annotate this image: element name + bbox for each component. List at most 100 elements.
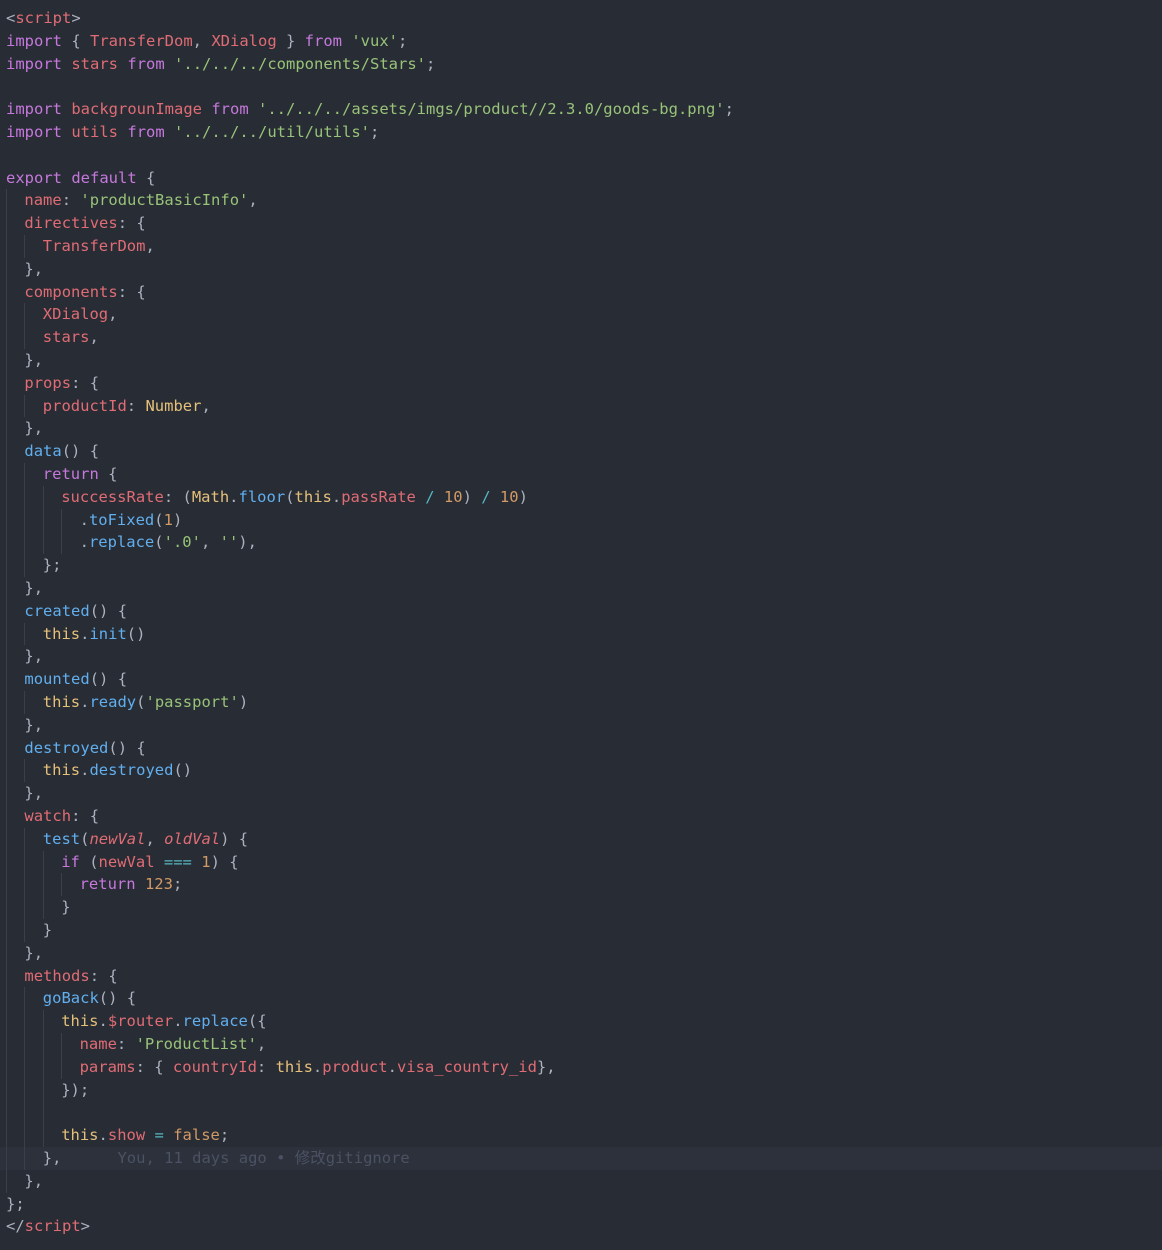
code-line[interactable]: }, [0, 782, 1162, 805]
indent-guide [24, 235, 26, 258]
code-line[interactable]: successRate: (Math.floor(this.passRate /… [0, 485, 1162, 509]
code-line[interactable]: .replace('.0', ''), [0, 531, 1162, 555]
indent-guide [6, 759, 7, 783]
code-text: .replace('.0', ''), [80, 531, 257, 554]
code-token: test [42, 829, 81, 848]
code-text: }, [24, 782, 43, 805]
code-line[interactable]: <script> [0, 7, 1162, 30]
code-line[interactable]: }; [0, 554, 1162, 577]
code-line[interactable]: this.show = false; [0, 1124, 1162, 1147]
code-token: show [107, 1126, 146, 1145]
code-line[interactable]: this.ready('passport') [0, 691, 1162, 714]
code-line[interactable]: }; [0, 1193, 1162, 1216]
code-line[interactable]: }, [0, 349, 1162, 372]
code-token: () { [89, 670, 128, 689]
code-token: return [79, 875, 136, 894]
code-token: script [15, 9, 72, 27]
indent-guide [6, 235, 7, 258]
code-token: 'passport' [145, 693, 239, 711]
code-line[interactable]: }, [0, 1169, 1162, 1193]
indent-guide [6, 394, 7, 418]
code-line[interactable]: data() { [0, 440, 1162, 463]
code-line[interactable]: destroyed() { [0, 736, 1162, 760]
code-line[interactable]: directives: { [0, 212, 1162, 235]
code-line[interactable]: import { TransferDom, XDialog } from 'vu… [0, 30, 1162, 53]
code-line[interactable]: return 123; [0, 873, 1162, 897]
code-line[interactable]: import stars from '../../../components/S… [0, 53, 1162, 76]
code-line[interactable] [0, 144, 1162, 167]
code-line[interactable]: name: 'productBasicInfo', [0, 189, 1162, 213]
code-token: 1 [201, 852, 211, 871]
code-token: . [331, 487, 342, 506]
code-line[interactable]: params: { countryId: this.product.visa_c… [0, 1055, 1162, 1079]
code-line[interactable]: watch: { [0, 805, 1162, 828]
code-line[interactable]: goBack() { [0, 987, 1162, 1011]
code-line[interactable]: }, You, 11 days ago • 修改gitignore [0, 1147, 1162, 1170]
code-line[interactable]: </script> [0, 1215, 1162, 1238]
indent-guide [42, 1078, 44, 1102]
code-token: : { [117, 214, 146, 233]
code-token: . [312, 1057, 323, 1076]
indent-guide [6, 280, 7, 304]
code-line[interactable]: this.destroyed() [0, 759, 1162, 783]
code-token: this [42, 693, 81, 711]
code-token: , [256, 1035, 267, 1053]
indent-guide [6, 1033, 7, 1056]
code-text: TransferDom, [43, 235, 155, 258]
code-line[interactable]: productId: Number, [0, 394, 1162, 418]
code-token: { [98, 465, 118, 483]
indent-guide [24, 1101, 26, 1125]
indent-guide [6, 508, 7, 532]
code-token: }; [6, 1194, 25, 1213]
code-token: () { [89, 601, 128, 620]
code-line[interactable]: return { [0, 463, 1162, 486]
code-line[interactable]: created() { [0, 599, 1162, 623]
code-token: ({ [247, 1012, 267, 1031]
code-line[interactable]: TransferDom, [0, 235, 1162, 258]
indent-guide [24, 485, 26, 509]
code-line[interactable]: import utils from '../../../util/utils'; [0, 121, 1162, 144]
code-line[interactable]: }); [0, 1078, 1162, 1102]
code-line[interactable]: mounted() { [0, 668, 1162, 691]
code-line[interactable]: }, [0, 941, 1162, 965]
code-token: , [201, 396, 211, 415]
code-line[interactable]: methods: { [0, 964, 1162, 988]
indent-guide [42, 531, 44, 555]
code-line[interactable]: } [0, 896, 1162, 919]
code-line[interactable]: this.init() [0, 622, 1162, 646]
code-token: mounted [24, 670, 90, 689]
code-line[interactable]: }, [0, 257, 1162, 281]
code-line[interactable]: }, [0, 713, 1162, 737]
code-line[interactable]: XDialog, [0, 303, 1162, 327]
code-token: }, [24, 351, 44, 369]
code-line[interactable]: }, [0, 417, 1162, 441]
indent-guide [24, 759, 26, 783]
code-line[interactable]: components: { [0, 280, 1162, 304]
code-line[interactable]: props: { [0, 371, 1162, 395]
indent-guide [24, 1055, 26, 1079]
code-editor[interactable]: <script> import { TransferDom, XDialog } … [0, 0, 1162, 1250]
code-line[interactable]: stars, [0, 326, 1162, 349]
code-line[interactable]: }, [0, 645, 1162, 669]
code-token: Number [145, 396, 202, 415]
code-line[interactable] [0, 75, 1162, 98]
code-token: ) [462, 487, 482, 506]
code-token: } [61, 898, 71, 917]
code-line[interactable]: }, [0, 577, 1162, 600]
code-line[interactable] [0, 1101, 1162, 1125]
code-line[interactable]: } [0, 919, 1162, 942]
code-token: }, [24, 579, 44, 597]
code-line[interactable]: if (newVal === 1) { [0, 850, 1162, 874]
code-line[interactable]: export default { [0, 167, 1162, 190]
code-line[interactable]: import backgrounImage from '../../../ass… [0, 98, 1162, 121]
code-line[interactable]: test(newVal, oldVal) { [0, 827, 1162, 851]
code-line[interactable]: .toFixed(1) [0, 508, 1162, 532]
code-token: from [211, 100, 249, 119]
code-line[interactable]: this.$router.replace({ [0, 1010, 1162, 1033]
code-line[interactable]: name: 'ProductList', [0, 1033, 1162, 1056]
